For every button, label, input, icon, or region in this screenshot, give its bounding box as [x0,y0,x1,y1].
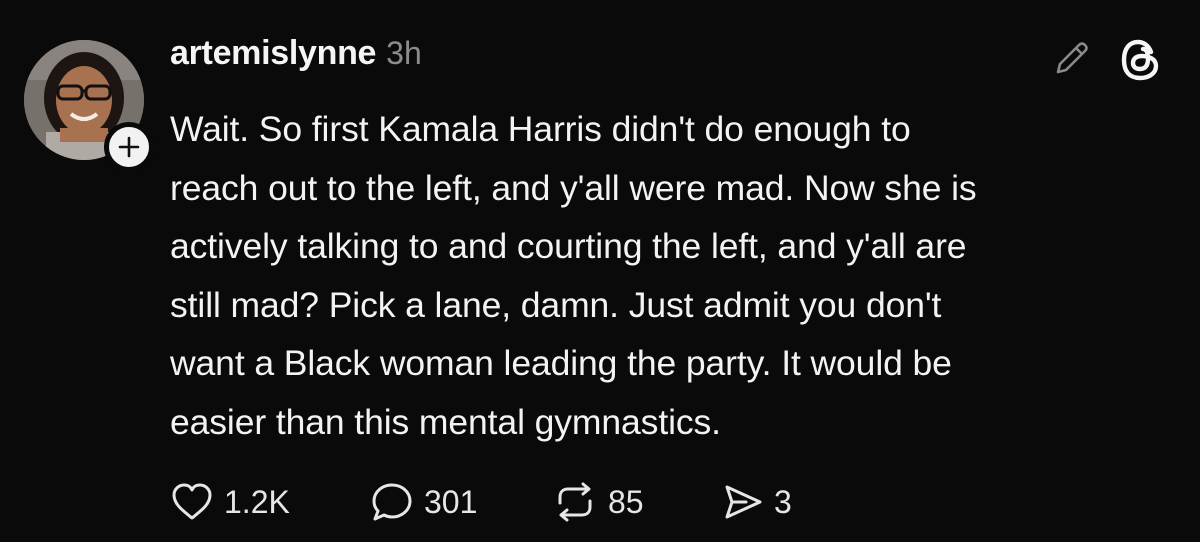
pencil-icon[interactable] [1052,38,1092,78]
reply-count: 301 [424,483,478,520]
plus-icon [118,136,140,158]
post-text: Wait. So first Kamala Harris didn't do e… [170,109,977,442]
avatar-container [24,40,154,172]
threads-logo-icon[interactable] [1120,38,1162,82]
like-button[interactable]: 1.2K [170,482,370,522]
heart-icon [172,483,212,520]
repost-arrows-icon [558,482,592,522]
send-icon [725,485,762,519]
reply-button[interactable]: 301 [370,481,552,523]
repost-button[interactable]: 85 [552,481,722,523]
like-count: 1.2K [224,483,290,520]
username[interactable]: artemislynne [170,34,376,73]
comment-bubble-icon [372,483,412,521]
follow-button[interactable] [104,122,154,172]
thread-post: artemislynne 3h Wait. So first Kamala Ha… [0,0,1200,542]
post-header: artemislynne 3h [170,34,422,84]
repost-count: 85 [608,483,644,520]
action-bar: 1.2K 301 85 3 [170,476,792,528]
share-count: 3 [774,483,792,520]
timestamp: 3h [386,35,422,71]
share-button[interactable]: 3 [722,482,792,522]
